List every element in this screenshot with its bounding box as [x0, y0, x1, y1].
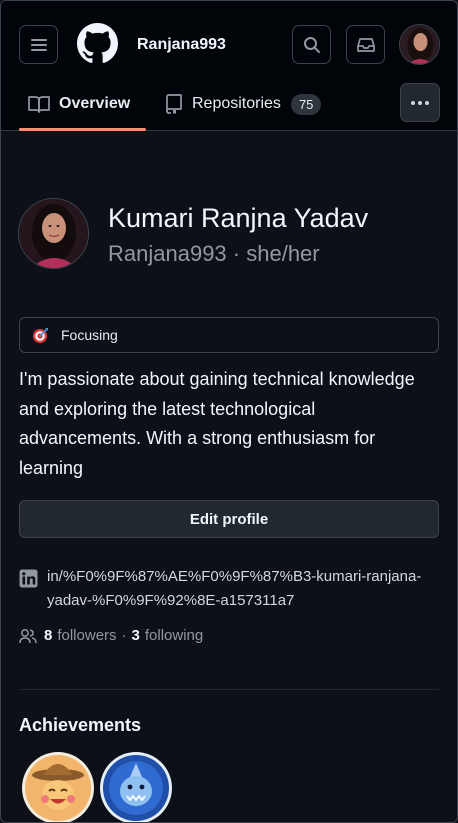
tab-overview-label: Overview — [59, 95, 131, 112]
inbox-button[interactable] — [346, 25, 385, 64]
book-icon — [28, 96, 50, 113]
follow-separator: · — [121, 627, 127, 644]
followers-label: followers — [57, 627, 117, 644]
profile-login-line: Ranjana993 · she/her — [108, 241, 320, 267]
pull-shark-badge-icon[interactable] — [99, 751, 173, 822]
kebab-horizontal-icon — [411, 100, 429, 105]
menu-icon — [30, 38, 47, 51]
github-logo[interactable] — [77, 23, 118, 64]
people-icon — [19, 628, 37, 643]
follow-counts: 8 followers · 3 following — [19, 627, 203, 644]
search-icon — [303, 36, 320, 53]
repo-icon — [166, 94, 182, 114]
avatar-image — [400, 25, 439, 64]
avatar[interactable] — [399, 24, 440, 65]
pull-shark-badge-image — [100, 752, 172, 822]
following-label: following — [144, 627, 204, 644]
tab-overview[interactable]: Overview — [28, 89, 130, 119]
social-account: in/%F0%9F%87%AE%F0%9F%87%B3-kumari-ranja… — [19, 565, 439, 613]
edit-profile-button[interactable]: Edit profile — [19, 500, 439, 538]
profile-login: Ranjana993 — [108, 241, 227, 266]
profile-avatar-image — [19, 199, 88, 268]
inbox-icon — [356, 37, 375, 52]
repositories-count: 75 — [290, 93, 322, 115]
header: Ranjana993 Overview Repositories 75 — [1, 1, 457, 131]
followers-link[interactable]: 8 followers — [37, 627, 117, 644]
app-frame: Ranjana993 Overview Repositories 75 Kuma… — [0, 0, 458, 823]
following-count: 3 — [131, 627, 140, 644]
status-text: Focusing — [61, 327, 118, 343]
more-button[interactable] — [400, 83, 440, 122]
login-separator: · — [226, 241, 247, 266]
tab-repositories-label: Repositories — [192, 95, 281, 112]
profile-avatar[interactable] — [18, 198, 89, 269]
followers-count: 8 — [44, 627, 53, 644]
profile-pronouns: she/her — [246, 241, 320, 266]
search-button[interactable] — [292, 25, 331, 64]
tab-selected-indicator — [19, 128, 146, 131]
linkedin-link[interactable]: in/%F0%9F%87%AE%F0%9F%87%B3-kumari-ranja… — [47, 565, 427, 613]
status-box[interactable]: Focusing — [19, 317, 439, 353]
profile-bio: I'm passionate about gaining technical k… — [19, 369, 415, 478]
yolo-badge-image — [22, 752, 94, 822]
achievements-title[interactable]: Achievements — [19, 715, 141, 736]
header-username[interactable]: Ranjana993 — [137, 36, 226, 54]
dart-icon — [33, 327, 48, 343]
linkedin-icon — [19, 569, 38, 588]
tab-repositories[interactable]: Repositories 75 — [166, 89, 322, 119]
yolo-badge-icon[interactable] — [21, 751, 95, 822]
section-divider — [19, 689, 439, 690]
menu-button[interactable] — [19, 25, 58, 64]
following-link[interactable]: 3 following — [132, 627, 204, 644]
profile-full-name: Kumari Ranjna Yadav — [108, 203, 369, 233]
